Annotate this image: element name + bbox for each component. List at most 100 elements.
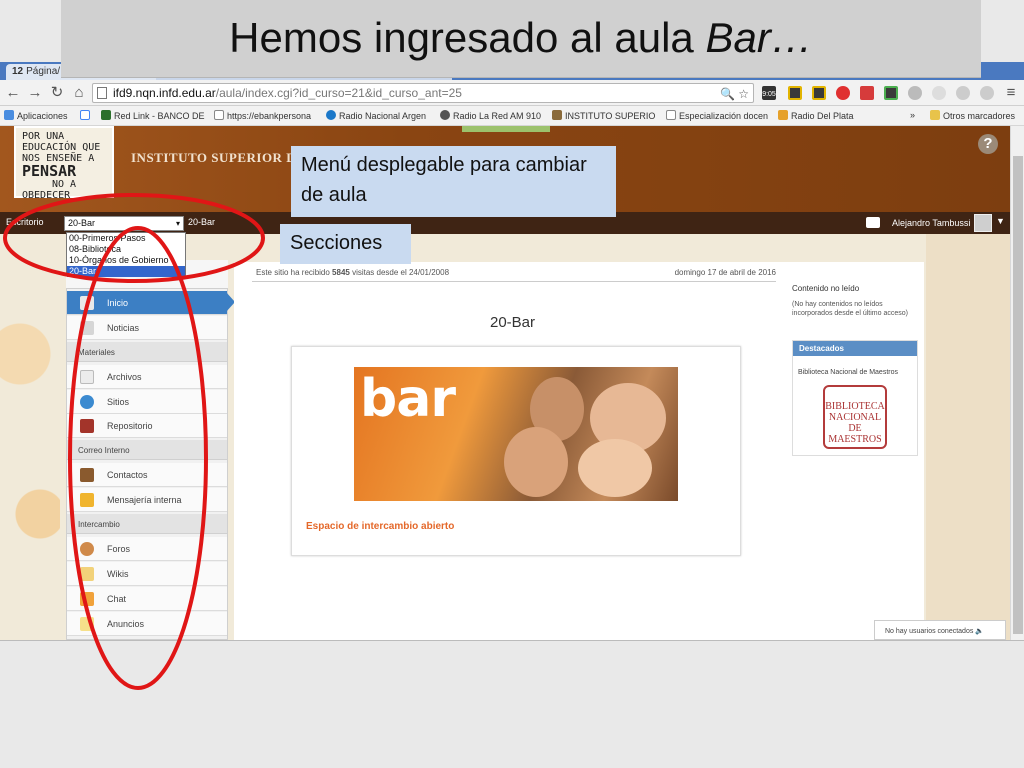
forward-arrow-icon[interactable]: → bbox=[26, 84, 44, 102]
destacados-box: Destacados Biblioteca Nacional de Maestr… bbox=[792, 340, 918, 456]
menu-icon[interactable]: ≡ bbox=[1002, 84, 1020, 102]
biblio-logo[interactable]: BIBLIOTECA NACIONAL DE MAESTROS bbox=[823, 385, 887, 449]
dropdown-option[interactable]: 10-Órganos de Gobierno bbox=[67, 255, 185, 266]
apps-icon bbox=[4, 110, 14, 120]
extension-icon[interactable] bbox=[884, 86, 898, 100]
instituto-icon bbox=[552, 110, 562, 120]
address-bar[interactable]: ifd9.nqn.infd.edu.ar/aula/index.cgi?id_c… bbox=[92, 83, 754, 103]
escritorio-link[interactable]: Escritorio bbox=[6, 217, 44, 227]
sidebar-item-foros[interactable]: Foros bbox=[67, 537, 227, 561]
page-icon bbox=[97, 87, 107, 99]
sidebar-item-repositorio[interactable]: Repositorio bbox=[67, 414, 227, 438]
user-name[interactable]: Alejandro Tambussi bbox=[892, 218, 970, 228]
callout-secciones: Secciones bbox=[280, 224, 411, 264]
chat-status[interactable]: No hay usuarios conectados 🔈 bbox=[874, 620, 1006, 640]
header-tab bbox=[462, 126, 550, 132]
sidebar-section-intercambio: Intercambio bbox=[67, 514, 227, 534]
sidebar-section-materiales: Materiales bbox=[67, 342, 227, 362]
tab-number: 12 bbox=[12, 66, 24, 77]
sidebar-item-sitios[interactable]: Sitios bbox=[67, 390, 227, 414]
reload-icon[interactable]: ↻ bbox=[48, 84, 66, 102]
bookmark-instituto[interactable]: INSTITUTO SUPERIOR bbox=[552, 110, 656, 121]
sidebar-item-contactos[interactable]: Contactos bbox=[67, 463, 227, 487]
page-icon bbox=[214, 110, 224, 120]
speaker-icon[interactable]: 🔈 bbox=[975, 628, 984, 635]
extension-icon[interactable] bbox=[860, 86, 874, 100]
extension-icon[interactable] bbox=[956, 86, 970, 100]
sidebar-item-anuncios[interactable]: Anuncios bbox=[67, 612, 227, 636]
home-icon[interactable]: ⌂ bbox=[70, 84, 88, 102]
aula-current: 20-Bar bbox=[188, 217, 216, 227]
red-link-icon bbox=[101, 110, 111, 120]
bookmark-radio-la-red[interactable]: Radio La Red AM 910 bbox=[440, 110, 544, 121]
bookmarks-overflow[interactable]: » bbox=[910, 110, 915, 120]
google-icon bbox=[80, 110, 90, 120]
bookmark-apps[interactable]: Aplicaciones bbox=[4, 110, 68, 121]
dropdown-option[interactable]: 08-Biblioteca bbox=[67, 244, 185, 255]
site-name: INSTITUTO SUPERIOR D bbox=[131, 150, 297, 165]
bookmark-ebank[interactable]: https://ebankpersona bbox=[214, 110, 318, 121]
slide-title: Hemos ingresado al aula Bar… bbox=[61, 14, 981, 62]
scroll-thumb[interactable] bbox=[1013, 156, 1023, 634]
pencil-icon bbox=[80, 567, 94, 581]
help-icon[interactable]: ? bbox=[978, 134, 998, 154]
opera-icon[interactable] bbox=[836, 86, 850, 100]
sidebar-item-noticias[interactable]: Noticias bbox=[67, 316, 227, 340]
bookmark-otros[interactable]: Otros marcadores bbox=[930, 110, 1015, 121]
envelope-icon bbox=[80, 493, 94, 507]
avatar[interactable] bbox=[974, 214, 992, 232]
extension-icon[interactable] bbox=[932, 86, 946, 100]
aula-dropdown-list[interactable]: 00-Primeros Pasos 08-Biblioteca 10-Órgan… bbox=[66, 232, 186, 277]
scrollbar[interactable] bbox=[1010, 126, 1024, 640]
sidebar-item-wikis[interactable]: Wikis bbox=[67, 562, 227, 586]
visits-counter: Este sitio ha recibido 5845 visitas desd… bbox=[256, 268, 450, 277]
home-icon bbox=[80, 296, 94, 310]
biblio-link[interactable]: Biblioteca Nacional de Maestros bbox=[798, 369, 898, 376]
announcement-icon bbox=[80, 617, 94, 631]
back-arrow-icon[interactable]: ← bbox=[4, 84, 22, 102]
course-card: bar Espacio de intercambio abierto bbox=[291, 346, 741, 556]
banner-word: bar bbox=[360, 369, 456, 429]
briefcase-icon[interactable] bbox=[866, 217, 880, 228]
tab-label: Página/ bbox=[26, 66, 61, 77]
bookmark-especializacion[interactable]: Especialización docen bbox=[666, 110, 770, 121]
sidebar-item-mensajeria[interactable]: Mensajería interna bbox=[67, 488, 227, 512]
dropdown-option[interactable]: 00-Primeros Pasos bbox=[67, 233, 185, 244]
divider bbox=[252, 281, 776, 282]
file-icon bbox=[80, 370, 94, 384]
address-book-icon bbox=[80, 468, 94, 482]
chevron-down-icon[interactable]: ▼ bbox=[996, 216, 1005, 226]
people-icon bbox=[80, 542, 94, 556]
extension-icon[interactable] bbox=[980, 86, 994, 100]
radio-icon bbox=[440, 110, 450, 120]
bookmark-radio-nacional[interactable]: Radio Nacional Argen bbox=[326, 110, 430, 121]
space-label[interactable]: Espacio de intercambio abierto bbox=[306, 521, 454, 532]
page-icon bbox=[666, 110, 676, 120]
sidebar-item-chat[interactable]: Chat bbox=[67, 587, 227, 611]
slide-title-box: Hemos ingresado al aula Bar… bbox=[61, 0, 981, 78]
ext-clock: 9:05 bbox=[762, 91, 776, 98]
course-title: 20-Bar bbox=[490, 314, 536, 331]
url-host: ifd9.nqn.infd.edu.ar bbox=[113, 86, 216, 100]
aula-select[interactable]: 20-Bar ▾ bbox=[64, 216, 184, 231]
extension-icon[interactable] bbox=[812, 86, 826, 100]
bookmark-radio-del-plata[interactable]: Radio Del Plata bbox=[778, 110, 874, 121]
sidebar-section-correo: Correo Interno bbox=[67, 440, 227, 460]
course-banner-image: bar bbox=[354, 367, 678, 501]
clock-extension-icon[interactable]: 9:05 bbox=[762, 86, 776, 100]
chat-icon bbox=[80, 592, 94, 606]
bookmark-red-link[interactable]: Red Link - BANCO DE bbox=[101, 110, 205, 121]
radio-icon bbox=[778, 110, 788, 120]
current-date: domingo 17 de abril de 2016 bbox=[674, 268, 776, 277]
bookmark-star-icon[interactable]: 🔍 ☆ bbox=[720, 85, 749, 103]
briefcase-icon bbox=[80, 419, 94, 433]
sidebar-item-inicio[interactable]: Inicio bbox=[67, 291, 227, 315]
extension-icon[interactable] bbox=[788, 86, 802, 100]
unread-title: Contenido no leído bbox=[792, 284, 860, 293]
extension-icon[interactable] bbox=[908, 86, 922, 100]
institute-logo[interactable]: POR UNA EDUCACIÓN QUE NOS ENSEÑE A PENSA… bbox=[14, 126, 114, 201]
bookmark-google[interactable] bbox=[80, 110, 93, 121]
dropdown-option-selected[interactable]: 20-Bar bbox=[67, 266, 185, 277]
slide-title-italic: Bar… bbox=[705, 14, 813, 61]
sidebar-item-archivos[interactable]: Archivos bbox=[67, 365, 227, 389]
